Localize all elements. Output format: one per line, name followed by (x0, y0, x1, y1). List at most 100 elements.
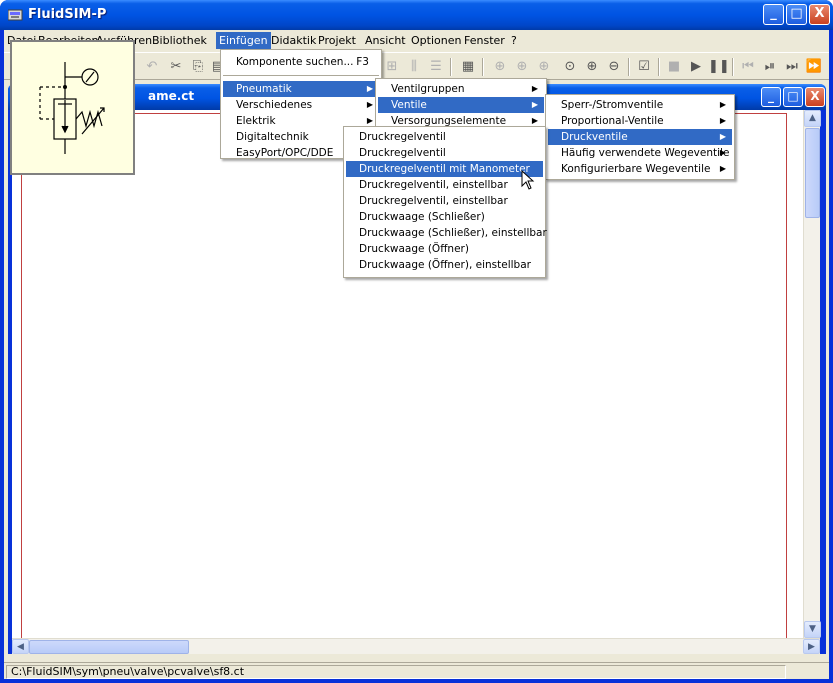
horizontal-scroll-thumb[interactable] (29, 640, 189, 654)
scroll-down-icon[interactable]: ▼ (804, 621, 821, 638)
menu-item-druckwaage-oeffner-einstellbar[interactable]: Druckwaage (Öffner), einstellbar (346, 257, 543, 273)
menu-item-verschiedenes[interactable]: Verschiedenes ▶ (223, 97, 379, 113)
menu-item-druckregelventil-1[interactable]: Druckregelventil (346, 129, 543, 145)
step-icon[interactable]: ⏯ (760, 57, 780, 77)
menu-item-druckwaage-oeffner[interactable]: Druckwaage (Öffner) (346, 241, 543, 257)
menu-item-haeufig-wegeventile[interactable]: Häufig verwendete Wegeventile ▶ (548, 145, 732, 161)
maximize-button[interactable]: □ (786, 4, 807, 25)
menu-item-sperr-stromventile[interactable]: Sperr-/Stromventile ▶ (548, 97, 732, 113)
menu-item-druckwaage-schliesser-einstellbar[interactable]: Druckwaage (Schließer), einstellbar (346, 225, 547, 241)
menu-item-label: Ventile (391, 99, 427, 111)
submenu-arrow-icon: ▶ (719, 132, 726, 141)
toolbar-separator (658, 58, 660, 76)
zoom-out-icon[interactable]: ⊖ (604, 57, 624, 77)
submenu-arrow-icon: ▶ (531, 84, 538, 93)
copy-icon[interactable]: ⎘ (188, 57, 208, 77)
scroll-right-icon[interactable]: ▶ (803, 639, 820, 654)
menu-fenster[interactable]: Fenster (461, 32, 508, 49)
menu-didaktik[interactable]: Didaktik (268, 32, 319, 49)
horizontal-scrollbar[interactable]: ◀ ▶ (12, 638, 820, 654)
toolbar-separator (732, 58, 734, 76)
menu-bibliothek[interactable]: Bibliothek (149, 32, 210, 49)
ventile-submenu: Sperr-/Stromventile ▶ Proportional-Venti… (545, 94, 735, 180)
menu-separator (223, 75, 379, 76)
submenu-arrow-icon: ▶ (719, 148, 726, 157)
undo-icon[interactable]: ↶ (142, 57, 162, 77)
zoom-fit-icon[interactable]: ⊙ (560, 57, 580, 77)
window-title: FluidSIM-P (28, 7, 107, 22)
cut-icon[interactable]: ✂ (166, 57, 186, 77)
fluidsim-app-icon (8, 9, 23, 21)
submenu-arrow-icon: ▶ (719, 100, 726, 109)
submenu-arrow-icon: ▶ (719, 164, 726, 173)
end-icon[interactable]: ⏭ (782, 57, 802, 77)
toolbar-separator (482, 58, 484, 76)
zoom-in-icon[interactable]: ⊕ (582, 57, 602, 77)
menu-item-label: Sperr-/Stromventile (561, 99, 664, 111)
menu-projekt[interactable]: Projekt (315, 32, 359, 49)
scroll-left-icon[interactable]: ◀ (12, 639, 29, 654)
menu-item-label: Proportional-Ventile (561, 115, 664, 127)
play-icon[interactable]: ▶ (686, 57, 706, 77)
close-button[interactable]: X (809, 4, 830, 25)
submenu-arrow-icon: ▶ (719, 116, 726, 125)
status-path: C:\FluidSIM\sym\pneu\valve\pcvalve\sf8.c… (6, 665, 786, 679)
menu-item-accelerator: F3 (356, 56, 369, 68)
forward-icon[interactable]: ⏩ (804, 57, 824, 77)
pressure-regulator-symbol-icon (39, 62, 105, 154)
menu-optionen[interactable]: Optionen (408, 32, 464, 49)
menu-item-druckwaage-schliesser[interactable]: Druckwaage (Schließer) (346, 209, 543, 225)
menu-einfuegen[interactable]: Einfügen (216, 32, 271, 49)
check-icon[interactable]: ☑ (634, 57, 654, 77)
toolbar-separator (450, 58, 452, 76)
zoom-component-icon[interactable]: ⊕ (490, 57, 510, 77)
menu-item-label: Digitaltechnik (236, 131, 309, 143)
menu-item-komponente-suchen[interactable]: Komponente suchen... F3 (223, 54, 379, 70)
mouse-cursor-icon (521, 170, 535, 190)
doc-minimize-button[interactable]: _ (761, 87, 781, 107)
align-v-icon[interactable]: ☰ (426, 57, 446, 77)
menu-item-pneumatik[interactable]: Pneumatik ▶ (223, 81, 379, 97)
doc-close-button[interactable]: X (805, 87, 825, 107)
menu-item-label: Druckventile (561, 131, 628, 143)
document-title: ame.ct (148, 89, 195, 103)
rewind-icon[interactable]: ⏮ (738, 57, 758, 77)
grid-icon[interactable]: ▦ (458, 57, 478, 77)
doc-maximize-button[interactable]: □ (783, 87, 803, 107)
menu-item-label: Komponente suchen... (236, 56, 354, 68)
menu-item-druckregelventil-2[interactable]: Druckregelventil (346, 145, 543, 161)
pause-icon[interactable]: ❚❚ (708, 57, 730, 77)
zoom-window-icon[interactable]: ⊕ (512, 57, 532, 77)
status-bar: C:\FluidSIM\sym\pneu\valve\pcvalve\sf8.c… (4, 662, 829, 679)
menu-item-label: Elektrik (236, 115, 276, 127)
menu-item-label: Verschiedenes (236, 99, 313, 111)
toolbar-separator (628, 58, 630, 76)
menu-item-druckregelventil-einstellbar-2[interactable]: Druckregelventil, einstellbar (346, 193, 543, 209)
submenu-arrow-icon: ▶ (531, 100, 538, 109)
menu-ansicht[interactable]: Ansicht (362, 32, 409, 49)
stop-icon[interactable]: ■ (664, 57, 684, 77)
distribute-icon[interactable]: ⫼ (404, 57, 424, 77)
menu-item-konfigurierbare-wegeventile[interactable]: Konfigurierbare Wegeventile ▶ (548, 161, 732, 177)
vertical-scroll-thumb[interactable] (805, 128, 820, 218)
component-preview (10, 40, 135, 175)
vertical-scrollbar[interactable]: ▲ ▼ (803, 110, 821, 638)
menu-item-ventilgruppen[interactable]: Ventilgruppen ▶ (378, 81, 544, 97)
zoom-extent-icon[interactable]: ⊕ (534, 57, 554, 77)
menu-item-label: Ventilgruppen (391, 83, 465, 95)
menu-item-proportional-ventile[interactable]: Proportional-Ventile ▶ (548, 113, 732, 129)
menu-item-label: Häufig verwendete Wegeventile (561, 147, 730, 159)
menu-item-druckregelventil-manometer[interactable]: Druckregelventil mit Manometer (346, 161, 543, 177)
menu-help[interactable]: ? (508, 32, 520, 49)
menu-item-ventile[interactable]: Ventile ▶ (378, 97, 544, 113)
menu-item-label: Konfigurierbare Wegeventile (561, 163, 711, 175)
minimize-button[interactable]: _ (763, 4, 784, 25)
scroll-up-icon[interactable]: ▲ (804, 110, 821, 127)
menu-item-druckventile[interactable]: Druckventile ▶ (548, 129, 732, 145)
title-bar[interactable]: FluidSIM-P _ □ X (0, 0, 833, 30)
align-icon[interactable]: ⊞ (382, 57, 402, 77)
menu-item-druckregelventil-einstellbar-1[interactable]: Druckregelventil, einstellbar (346, 177, 543, 193)
menu-item-label: Pneumatik (236, 83, 292, 95)
submenu-arrow-icon: ▶ (366, 84, 373, 93)
pneumatik-submenu: Ventilgruppen ▶ Ventile ▶ Versorgungsele… (375, 78, 547, 130)
